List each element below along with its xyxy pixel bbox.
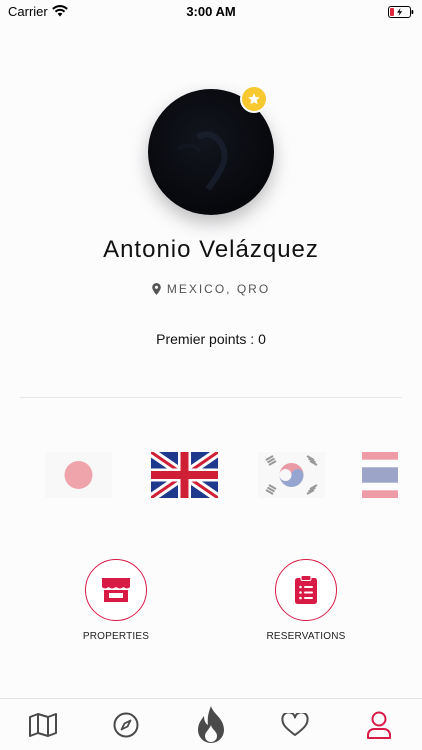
heart-icon bbox=[281, 713, 309, 736]
language-flags bbox=[0, 448, 422, 502]
premier-points: Premier points : 0 bbox=[156, 331, 266, 347]
reservations-label: RESERVATIONS bbox=[266, 631, 346, 642]
thailand-flag[interactable] bbox=[362, 452, 398, 498]
tab-bar bbox=[0, 698, 422, 750]
clock: 3:00 AM bbox=[186, 4, 236, 19]
united-kingdom-flag[interactable] bbox=[148, 448, 221, 502]
tab-hot[interactable] bbox=[186, 699, 236, 750]
location-label: MEXICO, QRO bbox=[166, 282, 271, 296]
tab-profile[interactable] bbox=[354, 699, 404, 750]
tab-explore[interactable] bbox=[101, 699, 151, 750]
tab-map[interactable] bbox=[18, 699, 68, 750]
star-icon bbox=[240, 85, 268, 113]
south-korea-flag[interactable] bbox=[258, 452, 325, 498]
properties-label: PROPERTIES bbox=[82, 631, 150, 642]
tab-favorites[interactable] bbox=[270, 699, 320, 750]
storefront-icon[interactable] bbox=[85, 559, 147, 621]
divider bbox=[20, 397, 402, 398]
status-bar: Carrier 3:00 AM bbox=[0, 0, 422, 24]
battery-icon bbox=[388, 5, 414, 23]
clipboard-icon[interactable] bbox=[275, 559, 337, 621]
japan-flag[interactable] bbox=[45, 452, 112, 498]
map-icon bbox=[29, 713, 57, 737]
profile-name: Antonio Velázquez bbox=[103, 236, 319, 263]
compass-icon bbox=[113, 712, 139, 738]
flame-icon bbox=[198, 706, 224, 743]
profile-avatar-wrapper[interactable] bbox=[148, 85, 274, 215]
reservations-button[interactable]: RESERVATIONS bbox=[246, 559, 366, 642]
location-pin-icon bbox=[152, 283, 161, 295]
profile-location: MEXICO, QRO bbox=[0, 282, 422, 296]
properties-button[interactable]: PROPERTIES bbox=[56, 559, 176, 642]
user-icon bbox=[367, 711, 391, 739]
